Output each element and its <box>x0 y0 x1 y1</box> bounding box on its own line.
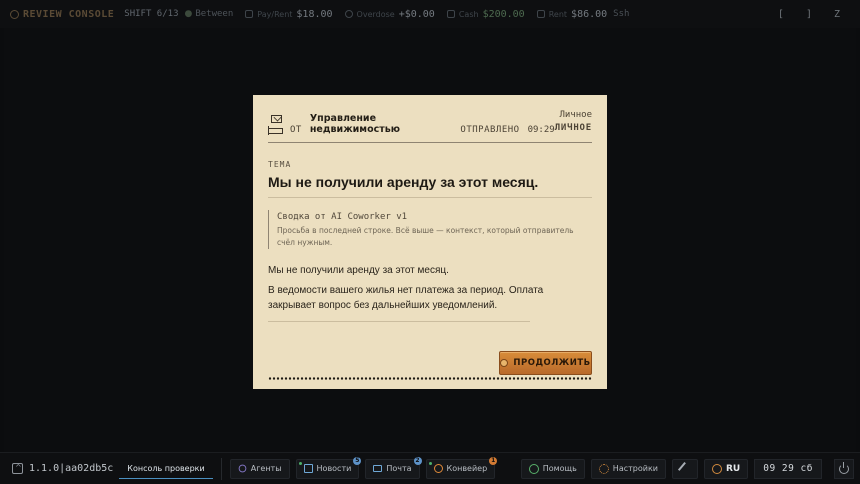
continue-button[interactable]: ПРОДОЛЖИТЬ <box>499 351 592 375</box>
cash-icon <box>446 10 455 18</box>
news-status-dot-icon <box>298 461 302 465</box>
letter-body: Мы не получили аренду за этот месяц. В в… <box>268 263 592 313</box>
hotkey-z[interactable]: Z <box>834 9 840 20</box>
stat-rent-unit: Ssh <box>613 9 630 19</box>
brand-logo-icon <box>10 9 19 19</box>
letter-from-row: ОТ Управление недвижимостью ОТПРАВЛЕНО 0… <box>268 113 555 135</box>
conveyor-icon <box>433 464 443 473</box>
hotkey-left-bracket[interactable]: [ <box>778 9 784 20</box>
brand-title: REVIEW CONSOLE <box>23 8 115 20</box>
ai-summary-desc: Просьба в последней строке. Всё выше — к… <box>277 226 574 247</box>
phase-label: Between <box>195 9 234 19</box>
mail-label: Почта <box>386 464 412 473</box>
coin-icon <box>500 359 509 367</box>
bed-icon <box>268 126 283 135</box>
hotkey-right-bracket[interactable]: ] <box>806 9 812 20</box>
rent-icon <box>536 10 545 18</box>
news-button[interactable]: Новости 5 <box>295 456 362 479</box>
agents-button[interactable]: Агенты <box>229 458 290 479</box>
settings-button[interactable]: Настройки <box>590 458 666 479</box>
envelope-icon <box>271 115 282 123</box>
tab-review-console-label: Консоль проверки <box>127 463 205 473</box>
letter-subject: Мы не получили аренду за этот месяц. <box>268 174 592 198</box>
letter-icons <box>268 115 283 135</box>
conveyor-badge: 1 <box>489 456 498 465</box>
pay-icon <box>245 10 254 18</box>
power-button[interactable] <box>834 458 854 479</box>
agents-label: Агенты <box>250 464 282 473</box>
letter-body-line-2: В ведомости вашего жилья нет платежа за … <box>268 285 544 311</box>
hotkey-group: [ ] Z <box>778 9 850 20</box>
from-label: ОТ <box>290 125 302 135</box>
top-status-bar: REVIEW CONSOLE SHIFT 6/13 ● Between Pay/… <box>0 0 860 28</box>
phase-dot-icon: ● <box>184 9 193 19</box>
stat-cash-label: Cash <box>458 9 479 19</box>
stat-overdose: Overdose +$0.00 <box>344 8 435 20</box>
category-top: Личное <box>559 110 592 120</box>
help-label: Помощь <box>542 464 577 473</box>
perforation-edge <box>268 377 592 380</box>
clock: 09 29 сб <box>754 458 822 479</box>
stat-cash: Cash $200.00 <box>446 8 525 20</box>
stat-pay: Pay/Rent $18.00 <box>245 8 333 20</box>
letter-category: Личное ЛИЧНОЕ <box>555 109 592 135</box>
taskbar: 1.1.0|aa02db5c Консоль проверки Агенты Н… <box>0 452 860 484</box>
mail-badge: 2 <box>413 456 422 465</box>
sender-name: Управление недвижимостью <box>309 113 400 135</box>
stat-overdose-label: Overdose <box>356 9 395 19</box>
globe-icon <box>711 463 722 474</box>
stat-rent-value: $86.00 <box>571 8 608 20</box>
agents-icon <box>238 464 247 473</box>
language-label: RU <box>725 463 741 474</box>
gear-icon <box>598 463 609 474</box>
shift-counter: SHIFT 6/13 <box>124 9 179 19</box>
start-icon <box>12 463 23 474</box>
language-button[interactable]: RU <box>703 458 749 479</box>
sent-label: ОТПРАВЛЕНО <box>460 125 520 135</box>
power-icon <box>839 461 849 474</box>
stat-pay-value: $18.00 <box>296 8 333 20</box>
sent-time: 09:29 <box>527 125 555 135</box>
overdose-icon <box>344 10 353 18</box>
mail-button[interactable]: Почта 2 <box>365 456 422 479</box>
version-label: 1.1.0|aa02db5c <box>29 463 114 474</box>
stat-rent-label: Rent <box>548 9 568 19</box>
stat-overdose-value: +$0.00 <box>398 8 435 20</box>
letter-body-line-1: Мы не получили аренду за этот месяц. <box>268 265 449 276</box>
letter-divider <box>268 321 530 322</box>
news-label: Новости <box>316 464 352 473</box>
news-icon <box>303 464 313 473</box>
wrench-icon <box>677 461 693 476</box>
taskbar-separator <box>220 457 222 480</box>
conveyor-label: Конвейер <box>446 464 488 473</box>
conveyor-button[interactable]: Конвейер 1 <box>425 456 498 479</box>
continue-label: ПРОДОЛЖИТЬ <box>513 358 591 368</box>
help-icon <box>528 463 539 474</box>
conveyor-status-dot-icon <box>428 461 432 465</box>
letter-header: ОТ Управление недвижимостью ОТПРАВЛЕНО 0… <box>268 109 592 143</box>
mail-icon <box>373 465 383 472</box>
ai-summary: Сводка от AI Coworker v1 Просьба в после… <box>268 210 592 249</box>
tools-button[interactable] <box>671 458 698 479</box>
category-caps: ЛИЧНОЕ <box>554 123 592 133</box>
taskbar-right: Помощь Настройки RU 09 29 сб <box>520 458 822 479</box>
stat-rent: Rent $86.00 Ssh <box>536 8 630 20</box>
subject-label: ТЕМА <box>268 160 292 169</box>
letter-card: ОТ Управление недвижимостью ОТПРАВЛЕНО 0… <box>253 95 607 389</box>
help-button[interactable]: Помощь <box>520 458 585 479</box>
stat-pay-label: Pay/Rent <box>257 9 293 19</box>
tab-review-console[interactable]: Консоль проверки <box>119 459 213 479</box>
brand: REVIEW CONSOLE <box>10 9 114 20</box>
news-badge: 5 <box>353 456 362 465</box>
start-button[interactable] <box>6 459 29 479</box>
stat-cash-value: $200.00 <box>482 8 525 20</box>
settings-label: Настройки <box>612 464 658 473</box>
ai-summary-title: Сводка от AI Coworker v1 <box>277 212 408 222</box>
